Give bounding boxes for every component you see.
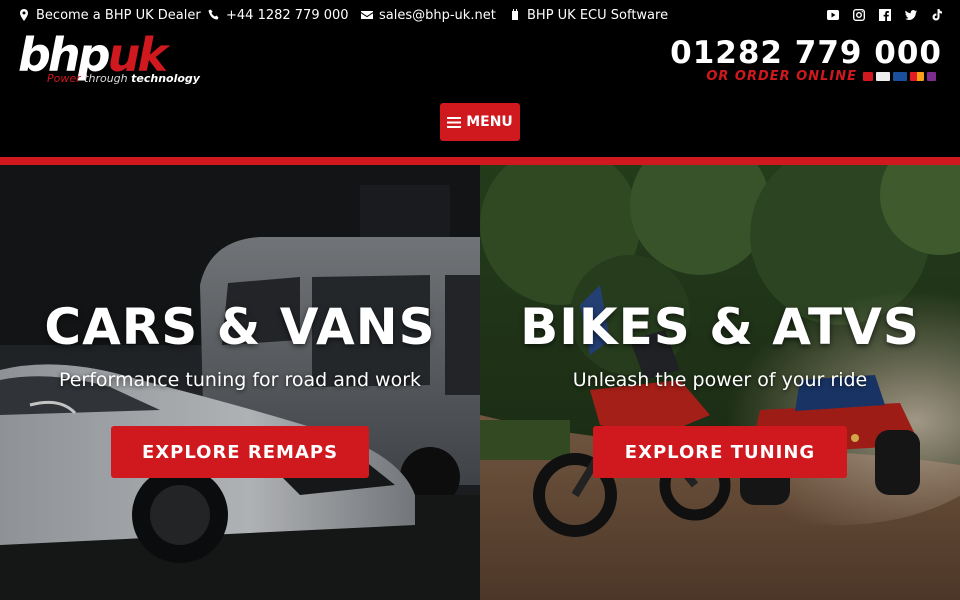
twitter-icon[interactable] xyxy=(903,7,919,23)
youtube-icon[interactable] xyxy=(825,7,841,23)
bhp-uk-logo[interactable]: bhpuk Power through technology xyxy=(18,32,218,86)
explore-remaps-button[interactable]: EXPLORE REMAPS xyxy=(111,426,369,478)
visa-card-icon xyxy=(876,71,890,81)
hero-cars-vans: CARS & VANS Performance tuning for road … xyxy=(0,165,480,600)
card-flag-icon xyxy=(863,71,873,81)
envelope-icon xyxy=(361,11,373,19)
software-link-label: BHP UK ECU Software xyxy=(527,7,669,23)
hamburger-icon xyxy=(447,116,462,128)
maestro-card-icon xyxy=(927,71,936,81)
phone-link-label: +44 1282 779 000 xyxy=(226,7,349,23)
social-links xyxy=(825,7,945,23)
order-online-label: OR ORDER ONLINE xyxy=(706,68,857,84)
dealer-link-label: Become a BHP UK Dealer xyxy=(36,7,201,23)
instagram-icon[interactable] xyxy=(851,7,867,23)
menu-button-label: MENU xyxy=(466,114,513,130)
cars-vans-subtitle: Performance tuning for road and work xyxy=(58,369,422,391)
phone-link[interactable]: +44 1282 779 000 xyxy=(208,7,349,23)
tagline-through: through xyxy=(84,72,128,85)
header-divider xyxy=(0,157,960,165)
visa-debit-card-icon xyxy=(893,71,907,81)
email-link[interactable]: sales@bhp-uk.net xyxy=(361,7,496,23)
facebook-icon[interactable] xyxy=(877,7,893,23)
tiktok-icon[interactable] xyxy=(929,7,945,23)
header-phone-number[interactable]: 01282 779 000 xyxy=(670,35,942,71)
software-link[interactable]: BHP UK ECU Software xyxy=(509,7,668,23)
chip-icon xyxy=(512,9,518,20)
menu-button[interactable]: MENU xyxy=(440,103,520,141)
dealer-link[interactable]: Become a BHP UK Dealer xyxy=(18,7,201,23)
hero-bikes-atvs: BIKES & ATVS Unleash the power of your r… xyxy=(480,165,960,600)
tagline-technology: technology xyxy=(131,72,200,85)
phone-icon xyxy=(208,9,219,20)
bikes-atvs-title: BIKES & ATVS xyxy=(520,298,920,356)
explore-tuning-button[interactable]: EXPLORE TUNING xyxy=(593,426,847,478)
bikes-atvs-subtitle: Unleash the power of your ride xyxy=(572,369,868,391)
mastercard-icon xyxy=(910,71,924,81)
email-link-label: sales@bhp-uk.net xyxy=(379,7,496,23)
top-bar: Become a BHP UK Dealer +44 1282 779 000 … xyxy=(0,0,960,30)
order-online[interactable]: OR ORDER ONLINE xyxy=(706,68,936,84)
logo-tagline: Power through technology xyxy=(47,73,200,85)
map-pin-icon xyxy=(20,9,28,21)
cars-vans-title: CARS & VANS xyxy=(44,298,436,356)
site-header: bhpuk Power through technology 01282 779… xyxy=(0,30,960,157)
tagline-power: Power xyxy=(47,72,81,85)
